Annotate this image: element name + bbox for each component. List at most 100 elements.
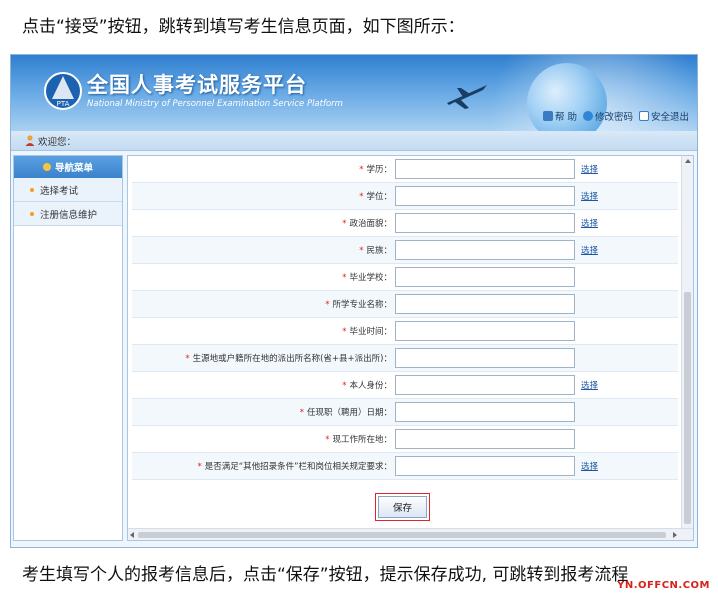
form-row-label: * 是否满足“其他招录条件”栏和岗位相关规定要求： (197, 460, 392, 472)
form-row: * 是否满足“其他招录条件”栏和岗位相关规定要求： 选择 (132, 453, 678, 480)
form-row-label-text: 所学专业名称： (332, 300, 392, 310)
form-row: * 任现职（聘用）日期： (132, 399, 678, 426)
caption-bottom: 考生填写个人的报考信息后，点击“保存”按钮，提示保存成功, 可跳转到报考流程 (22, 565, 629, 585)
svg-text:PTA: PTA (57, 100, 70, 108)
select-link[interactable]: 选择 (581, 460, 598, 472)
required-marker: * (342, 327, 347, 337)
help-link[interactable]: 帮 助 (542, 109, 577, 123)
sidebar-item-registration-info[interactable]: 注册信息维护 (14, 202, 122, 226)
scroll-left-icon[interactable] (130, 532, 134, 538)
form-row: * 所学专业名称： (132, 291, 678, 318)
required-marker: * (342, 381, 347, 391)
form-row: * 本人身份： 选择 (132, 372, 678, 399)
logout-label: 安全退出 (650, 112, 689, 123)
app-screenshot: PTA 全国人事考试服务平台 National Ministry of Pers… (10, 54, 698, 548)
form-row-label: * 民族： (359, 244, 392, 256)
welcome-text: 欢迎您： (38, 136, 77, 148)
form-row-label-text: 民族： (366, 246, 392, 256)
form-row-input[interactable] (395, 456, 575, 476)
form-row-input[interactable] (395, 348, 575, 368)
form-row-label-text: 学历： (366, 165, 392, 175)
watermark: YN.OFFCN.COM (617, 580, 710, 591)
horizontal-scrollbar[interactable] (128, 528, 693, 540)
form-row-label: * 毕业学校： (342, 271, 392, 283)
exit-icon (638, 111, 649, 121)
top-links: 帮 助 修改密码 安全退出 (542, 109, 689, 123)
bullet-icon (30, 211, 34, 216)
required-marker: * (342, 273, 347, 283)
required-marker: * (359, 246, 364, 256)
form-row: * 学历： 选择 (132, 156, 678, 183)
required-marker: * (359, 165, 364, 175)
form-row: * 民族： 选择 (132, 237, 678, 264)
form-row: * 毕业时间： (132, 318, 678, 345)
required-marker: * (359, 192, 364, 202)
user-icon (25, 135, 35, 146)
form-row: * 现工作所在地： (132, 426, 678, 453)
form-row-input[interactable] (395, 429, 575, 449)
form-row-label: * 学位： (359, 190, 392, 202)
form-row-input[interactable] (395, 321, 575, 341)
required-marker: * (299, 408, 304, 418)
form-row-input[interactable] (395, 294, 575, 314)
form-row-label-text: 本人身份： (349, 381, 392, 391)
form-row-input[interactable] (395, 375, 575, 395)
form-row-label: * 政治面貌： (342, 217, 392, 229)
form-row-label-text: 毕业学校： (349, 273, 392, 283)
select-link[interactable]: 选择 (581, 163, 598, 175)
form-panel: * 学历： 选择 * 学位： 选择 * 政治面貌： 选择 * 民族： 选择 * 毕业学校： * 所学专业名称：… (127, 155, 694, 541)
airplane-icon (447, 85, 487, 109)
form-row-label: * 本人身份： (342, 379, 392, 391)
form-row: * 学位： 选择 (132, 183, 678, 210)
form-row: * 政治面貌： 选择 (132, 210, 678, 237)
required-marker: * (342, 219, 347, 229)
vertical-scroll-thumb[interactable] (684, 292, 691, 524)
change-password-link[interactable]: 修改密码 (582, 109, 633, 123)
form-row: * 毕业学校： (132, 264, 678, 291)
form-row-label: * 学历： (359, 163, 392, 175)
site-title: 全国人事考试服务平台 (87, 73, 307, 97)
form-row-label-text: 任现职（聘用）日期： (306, 408, 392, 418)
horizontal-scroll-thumb[interactable] (138, 532, 666, 538)
select-link[interactable]: 选择 (581, 217, 598, 229)
required-marker: * (325, 300, 330, 310)
help-link-label: 帮 助 (554, 112, 577, 123)
key-icon (582, 111, 593, 121)
sidebar-item-label: 选择考试 (40, 185, 79, 197)
nav-menu-title: 导航菜单 (54, 163, 93, 174)
form-row-label-text: 毕业时间： (349, 327, 392, 337)
form-row-label: * 现工作所在地： (325, 433, 392, 445)
select-link[interactable]: 选择 (581, 244, 598, 256)
scroll-up-icon[interactable] (685, 159, 691, 163)
select-link[interactable]: 选择 (581, 190, 598, 202)
help-icon (542, 111, 553, 121)
form-row-label: * 毕业时间： (342, 325, 392, 337)
logout-link[interactable]: 安全退出 (638, 109, 689, 123)
form-row-input[interactable] (395, 402, 575, 422)
header-banner: PTA 全国人事考试服务平台 National Ministry of Pers… (11, 55, 697, 131)
form-row: * 生源地或户籍所在地的派出所名称(省+县+派出所)： (132, 345, 678, 372)
vertical-scrollbar[interactable] (681, 156, 693, 528)
required-marker: * (325, 435, 330, 445)
form-row-label-text: 生源地或户籍所在地的派出所名称(省+县+派出所)： (192, 354, 392, 364)
sidebar-item-label: 注册信息维护 (40, 209, 98, 221)
select-link[interactable]: 选择 (581, 379, 598, 391)
form-row-label: * 任现职（聘用）日期： (300, 406, 392, 418)
save-button[interactable]: 保存 (378, 496, 427, 518)
form-row-label: * 所学专业名称： (325, 298, 392, 310)
scroll-right-icon[interactable] (673, 532, 677, 538)
save-button-highlight: 保存 (375, 493, 430, 521)
form-row-input[interactable] (395, 159, 575, 179)
menu-icon (42, 163, 51, 171)
nav-menu-header: 导航菜单 (14, 156, 122, 178)
caption-top: 点击“接受”按钮，跳转到填写考生信息页面，如下图所示： (22, 17, 465, 37)
form-row-label-text: 学位： (366, 192, 392, 202)
form-row-label-text: 是否满足“其他招录条件”栏和岗位相关规定要求： (204, 462, 392, 472)
sidebar-item-select-exam[interactable]: 选择考试 (14, 178, 122, 202)
form-row-input[interactable] (395, 186, 575, 206)
site-subtitle: National Ministry of Personnel Examinati… (87, 99, 343, 109)
form-row-input[interactable] (395, 213, 575, 233)
form-row-label-text: 现工作所在地： (332, 435, 392, 445)
form-row-input[interactable] (395, 240, 575, 260)
form-row-input[interactable] (395, 267, 575, 287)
